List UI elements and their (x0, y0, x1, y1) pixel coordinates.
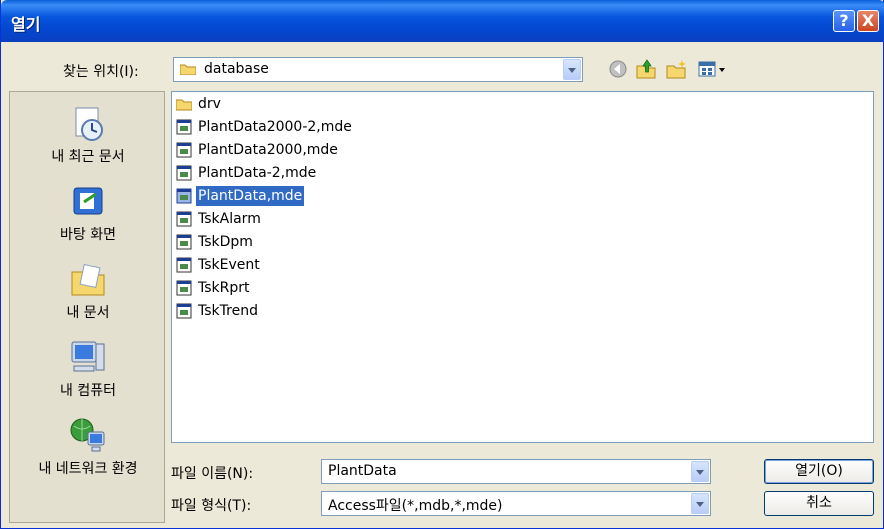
file-name: PlantData2000-2,mde (198, 119, 352, 135)
list-item[interactable]: PlantData2000,mde (176, 140, 340, 160)
chevron-down-icon[interactable] (691, 461, 709, 482)
access-file-icon (176, 234, 192, 250)
list-item[interactable]: TskAlarm (176, 209, 263, 229)
desktop-icon (73, 187, 103, 215)
file-type-dropdown[interactable]: Access파일(*,mdb,*,mde) (321, 491, 711, 516)
window-title: 열기 (11, 15, 41, 34)
list-item-selected[interactable]: PlantData,mde (176, 186, 305, 206)
place-label: 내 최근 문서 (51, 149, 125, 165)
close-button[interactable]: X (857, 10, 879, 32)
help-button[interactable]: ? (833, 10, 855, 32)
title-bar[interactable]: 열기 ? X (1, 0, 884, 42)
access-file-icon (176, 280, 192, 296)
place-label: 내 컴퓨터 (60, 383, 116, 399)
list-item[interactable]: TskDpm (176, 232, 255, 252)
access-file-icon (176, 211, 192, 227)
look-in-value: database (204, 61, 269, 77)
list-item[interactable]: PlantData2000-2,mde (176, 117, 354, 137)
my-computer-icon (71, 341, 105, 372)
file-name: TskDpm (198, 234, 253, 250)
back-icon[interactable] (607, 58, 629, 80)
file-type-value: Access파일(*,mdb,*,mde) (328, 498, 503, 514)
place-my-documents[interactable]: 내 문서 (10, 260, 166, 322)
file-list[interactable]: drv PlantData2000-2,mde PlantData2000,md… (171, 91, 874, 443)
place-label: 바탕 화면 (60, 227, 116, 243)
list-item[interactable]: TskTrend (176, 301, 260, 321)
place-label: 내 네트워크 환경 (38, 461, 138, 477)
look-in-dropdown[interactable]: database (173, 57, 583, 82)
access-file-icon (176, 257, 192, 273)
chevron-down-icon[interactable] (691, 493, 709, 514)
up-folder-icon[interactable] (635, 58, 657, 80)
open-button[interactable]: 열기(O) (764, 459, 874, 484)
new-folder-icon[interactable] (665, 58, 687, 80)
chevron-down-icon[interactable] (563, 59, 581, 80)
list-item[interactable]: PlantData-2,mde (176, 163, 318, 183)
file-name: TskAlarm (198, 211, 261, 227)
place-recent-documents[interactable]: 내 최근 문서 (10, 104, 166, 166)
place-label: 내 문서 (66, 305, 110, 321)
list-item[interactable]: drv (176, 94, 223, 114)
access-file-icon (176, 188, 192, 204)
file-name-label: 파일 이름(N): (171, 466, 254, 482)
recent-documents-icon (75, 107, 103, 141)
file-name: PlantData2000,mde (198, 142, 338, 158)
file-name: PlantData,mde (196, 186, 305, 206)
look-in-label: 찾는 위치(I): (63, 64, 139, 80)
folder-icon (180, 64, 196, 75)
file-name: TskEvent (198, 257, 260, 273)
file-name-input[interactable]: PlantData (328, 463, 397, 479)
views-menu-icon[interactable] (697, 58, 727, 80)
network-places-icon (70, 418, 105, 452)
my-documents-icon (71, 263, 105, 296)
access-file-icon (176, 142, 192, 158)
places-bar: 내 최근 문서 바탕 화면 내 문서 내 컴퓨터 내 네트워크 환경 (9, 91, 165, 523)
file-name: TskTrend (198, 303, 258, 319)
access-file-icon (176, 165, 192, 181)
open-dialog: 열기 ? X 찾는 위치(I): database 내 최근 문서 바탕 화면 … (0, 0, 884, 529)
file-name-combo[interactable]: PlantData (321, 459, 711, 484)
place-network[interactable]: 내 네트워크 환경 (10, 416, 166, 478)
cancel-button[interactable]: 취소 (764, 491, 874, 516)
access-file-icon (176, 119, 192, 135)
file-type-label: 파일 형식(T): (171, 498, 252, 514)
file-name: drv (198, 96, 221, 112)
folder-icon (176, 99, 192, 111)
place-desktop[interactable]: 바탕 화면 (10, 182, 166, 244)
file-name: PlantData-2,mde (198, 165, 317, 181)
list-item[interactable]: TskEvent (176, 255, 262, 275)
place-my-computer[interactable]: 내 컴퓨터 (10, 338, 166, 400)
list-item[interactable]: TskRprt (176, 278, 252, 298)
file-name: TskRprt (198, 280, 250, 296)
access-file-icon (176, 303, 192, 319)
